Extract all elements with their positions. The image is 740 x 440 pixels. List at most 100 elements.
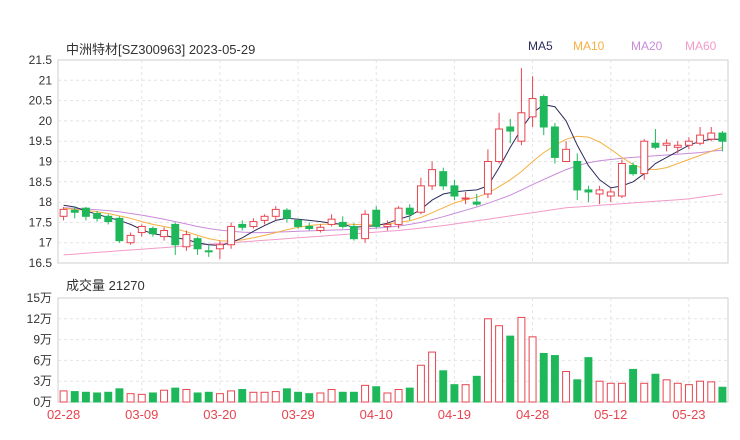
volume-bar [439,370,448,403]
volume-bar [282,388,291,403]
volume-bar [416,364,425,403]
candle-body [238,223,247,228]
volume-bar [115,388,124,403]
candle-body [115,217,124,242]
candle-body [617,163,626,197]
candle-body [606,191,615,197]
volume-bar [506,335,515,403]
volume-bar [316,392,325,403]
volume-bar [528,336,537,403]
volume-bar [629,368,638,403]
volume-bar [428,351,437,403]
volume-tick-label: 6万 [33,353,52,367]
volume-bar [472,375,481,403]
volume-bar [227,390,236,403]
candle-body [126,234,135,244]
volume-bar [606,382,615,403]
volume-bar [640,382,649,403]
volume-bar [539,352,548,403]
volume-bar [696,380,705,403]
price-tick-label: 19 [39,155,53,169]
x-tick-label: 04-19 [438,407,471,422]
volume-bar [204,391,213,403]
candle-body [495,128,504,163]
candle-body [707,132,716,140]
volume-tick-label: 12万 [27,312,52,326]
volume-bar [461,384,470,403]
stock-chart: 中洲特材[SZ300963] 2023-05-29 MA5 MA10 MA20 … [0,0,740,440]
candle-body [249,221,258,227]
candle-body [361,213,370,240]
candle-body [182,234,191,248]
candle-body [193,238,202,250]
candle-body [215,244,224,250]
candle-body [383,223,392,227]
candle-body [327,218,336,225]
candle-body [282,209,291,219]
volume-bar [182,389,191,403]
volume-panel-frame [57,297,729,403]
price-tick-label: 18 [39,195,53,209]
x-tick-label: 03-20 [203,407,236,422]
volume-bar [617,382,626,403]
candle-body [550,126,559,158]
candle-body [718,132,727,142]
x-tick-label: 03-09 [125,407,158,422]
candle-body [405,207,414,215]
volume-bar [383,392,392,403]
candle-body [595,189,604,195]
candle-body [416,185,425,213]
volume-bar [707,381,716,403]
volume-bar [651,373,660,403]
candle-body [629,165,638,175]
volume-bar [59,390,68,403]
volume-tick-label: 3万 [33,374,52,388]
x-tick-label: 02-28 [47,407,80,422]
x-tick-label: 04-28 [516,407,549,422]
price-tick-label: 21 [39,73,53,87]
volume-bar [372,386,381,403]
candle-body [171,223,180,246]
candle-body [93,212,102,219]
x-tick-label: 05-12 [594,407,627,422]
volume-bar [584,357,593,403]
candle-body [81,207,90,217]
x-tick-label: 03-29 [281,407,314,422]
volume-bar [450,384,459,403]
volume-bar [260,391,269,403]
volume-bar [673,382,682,403]
candle-body [271,208,280,217]
candle-body [483,161,492,195]
candle-body [305,225,314,229]
candlestick-svg: 21.5 21 20.5 20 19.5 19 18.5 18 17.5 17 16.5 15万 12万… [27,53,729,422]
candle-body [227,225,236,246]
price-tick-label: 20 [39,114,53,128]
x-tick-label: 05-23 [672,407,705,422]
candle-body [517,112,526,142]
price-tick-label: 17 [39,236,53,250]
volume-bar [662,379,671,403]
candle-body [539,96,548,128]
volume-bar [573,379,582,403]
candle-body [349,225,358,240]
volume-bar [327,389,336,403]
candle-body [439,171,448,187]
volume-bar [104,391,113,403]
volume-bar [160,389,169,403]
volume-bar [483,318,492,403]
volume-bar [550,355,559,403]
candle-body [316,226,325,232]
volume-bar [405,387,414,403]
candle-body [472,201,481,205]
volume-bar [349,391,358,403]
candle-body [59,208,68,217]
volume-bar [215,393,224,403]
volume-bar [126,393,135,403]
candle-body [528,98,537,118]
volume-tick-label: 15万 [27,291,52,305]
candle-body [461,197,470,200]
candle-body [294,219,303,227]
volume-bar [684,384,693,403]
candle-body [70,209,79,213]
candle-body [584,189,593,193]
